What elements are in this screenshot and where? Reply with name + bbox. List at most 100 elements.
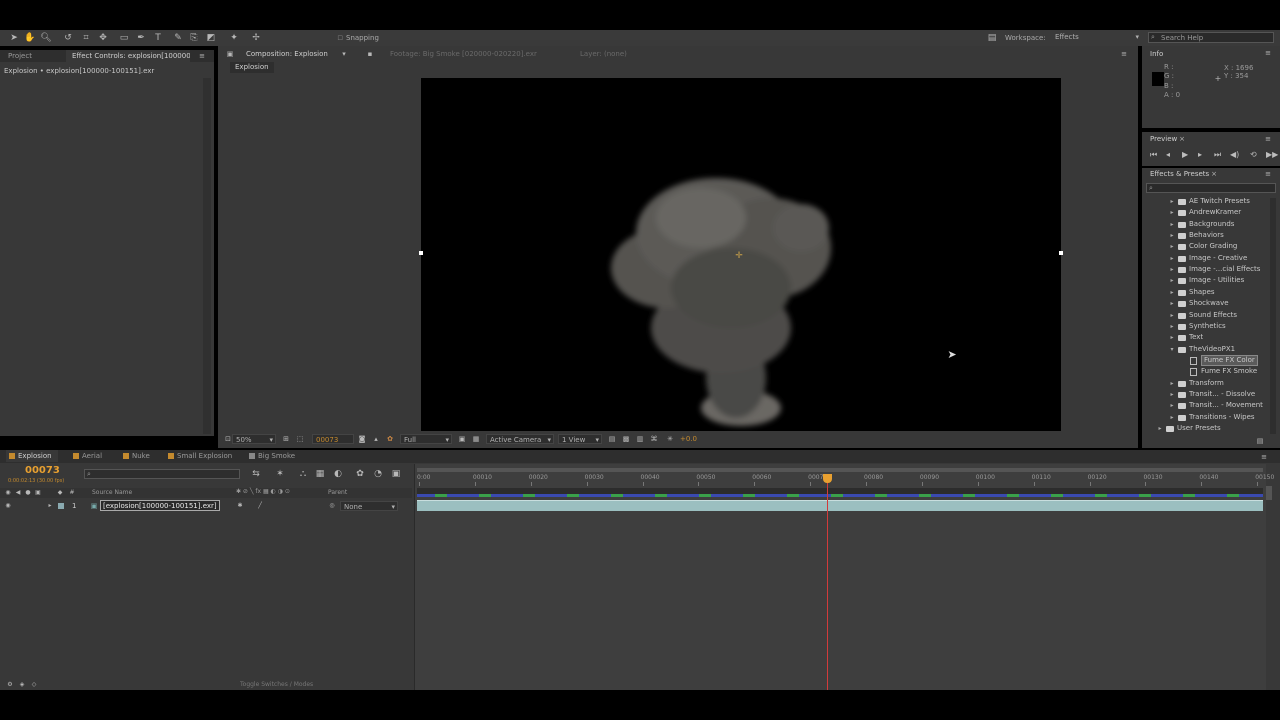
clone-stamp-tool-icon[interactable]: ⎘ <box>188 33 200 43</box>
disclosure-closed-icon[interactable]: ▸ <box>1168 219 1176 230</box>
flowchart-view-icon[interactable]: ⌘ <box>648 434 660 444</box>
tab-info[interactable]: Info <box>1144 48 1169 60</box>
current-time-field[interactable]: 00073 <box>312 434 354 444</box>
effects-folder-item[interactable]: ▸ Image - Creative <box>1142 253 1268 264</box>
parent-header[interactable]: Parent <box>328 489 347 496</box>
current-time-display[interactable]: 00073 <box>25 465 60 476</box>
disclosure-closed-icon[interactable]: ▸ <box>1168 412 1176 423</box>
playhead[interactable] <box>822 474 832 690</box>
timeline-tab[interactable]: Big Smoke <box>246 450 301 462</box>
effects-search-field[interactable]: ⌕ <box>1146 183 1276 193</box>
disclosure-closed-icon[interactable]: ▸ <box>1156 423 1164 434</box>
panel-menu-icon[interactable]: ≡ <box>1118 49 1130 59</box>
first-frame-icon[interactable]: ⏮ <box>1150 150 1157 160</box>
next-frame-icon[interactable]: ▸ <box>1198 150 1202 160</box>
panel-menu-icon[interactable]: ≡ <box>1258 452 1270 462</box>
brush-tool-icon[interactable]: ✎ <box>172 33 184 43</box>
ram-preview-icon[interactable]: ▶▶ <box>1266 150 1278 160</box>
timeline-tab[interactable]: Small Explosion <box>165 450 238 462</box>
disclosure-open-icon[interactable]: ▾ <box>1168 344 1176 355</box>
effects-folder-item[interactable]: ▾ TheVideoPX1 <box>1142 344 1268 355</box>
effects-folder-item[interactable]: ▸ Transform <box>1142 378 1268 389</box>
layer-row[interactable]: ◉ ▸ 1 ▣ [explosion[100000-100151].exr] ✱… <box>0 500 412 512</box>
disclosure-closed-icon[interactable]: ▸ <box>1168 196 1176 207</box>
search-help-field[interactable]: ⌕ Search Help <box>1148 32 1274 43</box>
effects-folder-item[interactable]: ▸ AE Twitch Presets <box>1142 196 1268 207</box>
timeline-tab[interactable]: Nuke <box>120 450 156 462</box>
selection-tool-icon[interactable]: ➤ <box>8 33 20 43</box>
playhead-handle-icon[interactable] <box>822 474 832 483</box>
tab-layer[interactable]: Layer: (none) <box>574 48 633 60</box>
tab-project[interactable]: Project <box>2 50 38 62</box>
disclosure-closed-icon[interactable]: ▸ <box>1168 332 1176 343</box>
safe-zones-icon[interactable]: ⊞ <box>280 434 292 444</box>
comp-mini-flowchart-icon[interactable]: ⇆ <box>250 469 262 479</box>
layer-shy-switch[interactable]: ✱ <box>234 501 246 511</box>
resolution-dropdown[interactable]: Full ▾ <box>400 434 452 444</box>
loop-icon[interactable]: ⟲ <box>1250 150 1257 160</box>
camera-dropdown[interactable]: Active Camera ▾ <box>486 434 554 444</box>
canvas-handle-left[interactable] <box>419 251 423 255</box>
last-frame-icon[interactable]: ⏭ <box>1214 150 1221 160</box>
panel-menu-icon[interactable]: ≡ <box>1262 48 1274 58</box>
workspace-icon[interactable]: ▤ <box>986 33 998 43</box>
layer-expand-icon[interactable]: ▸ <box>44 501 56 511</box>
frame-blending-icon[interactable]: ▦ <box>314 469 326 479</box>
region-of-interest-icon[interactable]: ▣ <box>456 434 468 444</box>
effects-folder-item[interactable]: ▸ Backgrounds <box>1142 219 1268 230</box>
disclosure-closed-icon[interactable]: ▸ <box>1168 253 1176 264</box>
breadcrumb[interactable]: Explosion <box>230 62 274 73</box>
graph-editor-icon[interactable]: ◔ <box>372 469 384 479</box>
close-icon[interactable]: × <box>1176 134 1188 144</box>
shy-layers-icon[interactable]: ⛬ <box>297 469 309 479</box>
disclosure-closed-icon[interactable]: ▸ <box>1168 230 1176 241</box>
comp-settings-icon[interactable]: ⚙ <box>4 680 16 690</box>
effects-folder-item[interactable]: ▸ Shapes <box>1142 287 1268 298</box>
transparency-grid-icon[interactable]: ▦ <box>470 434 482 444</box>
rotate-tool-icon[interactable]: ↺ <box>62 33 74 43</box>
play-icon[interactable]: ▶ <box>1182 150 1188 160</box>
color-channels-icon[interactable]: ✿ <box>384 434 396 444</box>
source-name-header[interactable]: Source Name <box>92 489 132 496</box>
previous-frame-icon[interactable]: ◂ <box>1166 150 1170 160</box>
audio-icon[interactable]: ◀) <box>1230 150 1239 160</box>
camera-tool-icon[interactable]: ⌗ <box>80 33 92 43</box>
timeline-track-area[interactable]: 0:00 00010 00020 00030 00040 00050 00060 00070 0… <box>414 464 1274 690</box>
disclosure-closed-icon[interactable]: ▸ <box>1168 207 1176 218</box>
disclosure-closed-icon[interactable]: ▸ <box>1168 241 1176 252</box>
left-panel-scrollbar[interactable] <box>203 78 211 434</box>
auto-keyframe-icon[interactable]: ▣ <box>390 469 402 479</box>
effects-folder-item[interactable]: ▸ AndrewKramer <box>1142 207 1268 218</box>
disclosure-closed-icon[interactable]: ▸ <box>1168 298 1176 309</box>
draft-3d-icon[interactable]: ✶ <box>274 469 286 479</box>
hand-tool-icon[interactable]: ✋ <box>24 33 36 43</box>
timeline-tab[interactable]: Explosion <box>6 450 58 462</box>
disclosure-closed-icon[interactable]: ▸ <box>1168 321 1176 332</box>
composition-menu-icon[interactable]: ▾ <box>338 49 350 59</box>
tab-footage[interactable]: Footage: Big Smoke [020000-020220].exr <box>384 48 543 60</box>
text-tool-icon[interactable]: T <box>152 33 164 43</box>
new-folder-icon[interactable]: ▤ <box>1254 436 1266 446</box>
effects-preset-item[interactable]: Fume FX Color <box>1142 354 1268 366</box>
time-ruler[interactable]: 0:00 00010 00020 00030 00040 00050 00060 00070 0… <box>415 474 1274 486</box>
snapshot-icon[interactable]: ◙ <box>356 434 368 444</box>
parent-dropdown[interactable]: None ▾ <box>340 501 398 511</box>
lock-icon[interactable]: ▣ <box>224 49 236 59</box>
layer-quality-switch[interactable]: ╱ <box>254 501 266 511</box>
disclosure-closed-icon[interactable]: ▸ <box>1168 389 1176 400</box>
panel-menu-icon[interactable]: ≡ <box>1262 134 1274 144</box>
disclosure-closed-icon[interactable]: ▸ <box>1168 310 1176 321</box>
label-icon[interactable]: ◆ <box>54 488 66 498</box>
toggle-switches-modes-button[interactable]: Toggle Switches / Modes <box>240 681 313 688</box>
zoom-dropdown[interactable]: 50% ▾ <box>232 434 276 444</box>
composition-canvas[interactable]: ✛ <box>421 78 1061 431</box>
reset-exposure-icon[interactable]: ✳ <box>664 434 676 444</box>
eraser-tool-icon[interactable]: ◩ <box>205 33 217 43</box>
effects-scrollbar[interactable] <box>1270 198 1276 434</box>
canvas-handle-right[interactable] <box>1059 251 1063 255</box>
flowchart-icon[interactable]: ▪ <box>364 49 376 59</box>
effects-folder-item[interactable]: ▸ Sound Effects <box>1142 310 1268 321</box>
motion-blur-icon[interactable]: ◐ <box>332 469 344 479</box>
puppet-tool-icon[interactable]: ✢ <box>250 33 262 43</box>
disclosure-closed-icon[interactable]: ▸ <box>1168 287 1176 298</box>
